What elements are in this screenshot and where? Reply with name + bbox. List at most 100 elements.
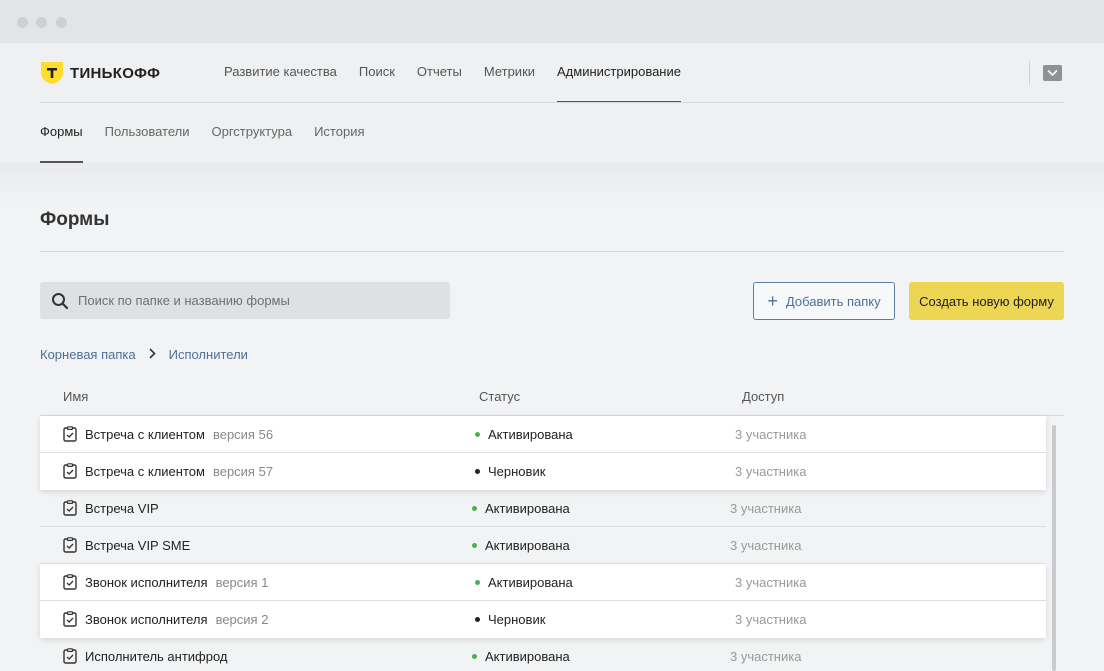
form-name: Исполнитель антифрод bbox=[85, 648, 228, 664]
column-header-access[interactable]: Доступ bbox=[742, 389, 784, 404]
row-status-cell: Активирована bbox=[475, 416, 573, 452]
form-document-icon bbox=[63, 574, 77, 590]
tab-forms[interactable]: Формы bbox=[40, 103, 83, 163]
row-access-cell: 3 участника bbox=[730, 648, 802, 664]
form-version: версия 57 bbox=[212, 463, 274, 479]
form-version: версия 1 bbox=[215, 574, 269, 590]
nav-item-reports[interactable]: Отчеты bbox=[417, 43, 462, 103]
version-group-card: Встреча с клиентом версия 56 Активирована 3… bbox=[40, 416, 1046, 490]
row-access-cell: 3 участника bbox=[735, 574, 807, 590]
status-dot bbox=[475, 468, 480, 474]
form-name: Встреча с клиентом bbox=[85, 426, 205, 442]
table-header: Имя Статус Доступ bbox=[40, 389, 1064, 416]
row-name-cell: Встреча с клиентом версия 57 bbox=[63, 453, 273, 489]
form-name: Встреча с клиентом bbox=[85, 463, 205, 479]
page-title: Формы bbox=[40, 209, 110, 230]
row-name-cell: Исполнитель антифрод bbox=[63, 638, 228, 671]
chevron-down-icon bbox=[1047, 69, 1058, 77]
breadcrumb-root-link[interactable]: Корневая папка bbox=[40, 347, 136, 362]
main-nav: Развитие качества Поиск Отчеты Метрики А… bbox=[224, 43, 703, 103]
title-divider bbox=[40, 251, 1064, 252]
table-row[interactable]: Звонок исполнителя версия 1 Активирована 3 … bbox=[40, 564, 1046, 601]
sub-nav: Формы Пользователи Оргструктура История bbox=[40, 103, 387, 163]
tinkoff-shield-icon bbox=[40, 61, 64, 85]
breadcrumb: Корневая папка Исполнители bbox=[40, 347, 248, 362]
window-close-dot[interactable] bbox=[17, 17, 28, 28]
chevron-right-icon bbox=[149, 347, 156, 362]
row-access-cell: 3 участника bbox=[735, 463, 807, 479]
table-row[interactable]: Встреча VIP Активирована 3 участника bbox=[40, 490, 1046, 527]
table-row[interactable]: Встреча с клиентом версия 56 Активирована 3… bbox=[40, 416, 1046, 453]
form-name: Звонок исполнителя bbox=[85, 574, 208, 590]
tab-users[interactable]: Пользователи bbox=[105, 103, 190, 163]
user-menu-button[interactable] bbox=[1043, 65, 1062, 81]
table-row[interactable]: Встреча VIP SME Активирована 3 участника bbox=[40, 527, 1046, 564]
create-form-button[interactable]: Создать новую форму bbox=[909, 282, 1064, 320]
table-row[interactable]: Встреча с клиентом версия 57 Черновик 3 уча… bbox=[40, 453, 1046, 490]
nav-item-quality[interactable]: Развитие качества bbox=[224, 43, 337, 103]
form-document-icon bbox=[63, 500, 77, 516]
nav-item-search[interactable]: Поиск bbox=[359, 43, 395, 103]
search-box[interactable] bbox=[40, 282, 450, 319]
window-minimize-dot[interactable] bbox=[36, 17, 47, 28]
status-text: Активирована bbox=[488, 574, 573, 590]
add-folder-label: Добавить папку bbox=[785, 293, 881, 309]
form-document-icon bbox=[63, 426, 77, 442]
row-status-cell: Активирована bbox=[475, 564, 573, 600]
search-input[interactable] bbox=[78, 293, 438, 308]
row-access-cell: 3 участника bbox=[730, 500, 802, 516]
scrollbar-thumb[interactable] bbox=[1052, 425, 1056, 671]
row-access-cell: 3 участника bbox=[735, 426, 807, 442]
version-group-card: Звонок исполнителя версия 1 Активирована 3 … bbox=[40, 564, 1046, 638]
status-text: Активирована bbox=[485, 500, 570, 516]
brand-name: ТИНЬКОФФ bbox=[70, 64, 161, 82]
form-version: версия 2 bbox=[215, 611, 269, 627]
table-row[interactable]: Звонок исполнителя версия 2 Черновик 3 учас… bbox=[40, 601, 1046, 638]
row-status-cell: Активирована bbox=[472, 490, 570, 526]
form-name: Встреча VIP bbox=[85, 500, 159, 516]
row-status-cell: Черновик bbox=[475, 453, 545, 489]
form-name: Встреча VIP SME bbox=[85, 537, 191, 553]
form-version: версия 56 bbox=[212, 426, 274, 442]
status-text: Активирована bbox=[485, 648, 570, 664]
row-status-cell: Активирована bbox=[472, 527, 570, 563]
column-header-status[interactable]: Статус bbox=[479, 389, 520, 404]
status-text: Черновик bbox=[488, 611, 546, 627]
header-divider bbox=[1029, 61, 1030, 85]
status-text: Черновик bbox=[488, 463, 546, 479]
form-name: Звонок исполнителя bbox=[85, 611, 208, 627]
row-access-cell: 3 участника bbox=[735, 611, 807, 627]
form-document-icon bbox=[63, 463, 77, 479]
status-dot bbox=[475, 579, 480, 585]
form-document-icon bbox=[63, 537, 77, 553]
status-dot bbox=[475, 616, 480, 622]
row-name-cell: Звонок исполнителя версия 1 bbox=[63, 564, 268, 600]
row-access-cell: 3 участника bbox=[730, 537, 802, 553]
window-maximize-dot[interactable] bbox=[56, 17, 67, 28]
nav-item-administration[interactable]: Администрирование bbox=[557, 43, 681, 103]
tab-history[interactable]: История bbox=[314, 103, 364, 163]
status-dot bbox=[472, 505, 477, 511]
search-icon bbox=[52, 292, 69, 309]
status-text: Активирована bbox=[485, 537, 570, 553]
column-header-name[interactable]: Имя bbox=[63, 389, 88, 404]
table-row[interactable]: Исполнитель антифрод Активирована 3 участн… bbox=[40, 638, 1046, 671]
form-document-icon bbox=[63, 611, 77, 627]
row-name-cell: Звонок исполнителя версия 2 bbox=[63, 601, 268, 637]
row-name-cell: Встреча VIP bbox=[63, 490, 159, 526]
plus-icon: + bbox=[767, 291, 778, 311]
brand-logo[interactable]: ТИНЬКОФФ bbox=[40, 61, 160, 85]
status-text: Активирована bbox=[488, 426, 573, 442]
breadcrumb-current-link[interactable]: Исполнители bbox=[169, 347, 248, 362]
window-titlebar bbox=[0, 0, 1104, 43]
tab-org-structure[interactable]: Оргструктура bbox=[211, 103, 292, 163]
main-content: Формы + Добавить папку Создать новую фор… bbox=[0, 163, 1104, 671]
status-dot bbox=[472, 653, 477, 659]
row-name-cell: Встреча с клиентом версия 56 bbox=[63, 416, 273, 452]
status-dot bbox=[472, 542, 477, 548]
form-document-icon bbox=[63, 648, 77, 664]
row-status-cell: Черновик bbox=[475, 601, 545, 637]
add-folder-button[interactable]: + Добавить папку bbox=[753, 282, 895, 320]
nav-item-metrics[interactable]: Метрики bbox=[484, 43, 535, 103]
row-status-cell: Активирована bbox=[472, 638, 570, 671]
